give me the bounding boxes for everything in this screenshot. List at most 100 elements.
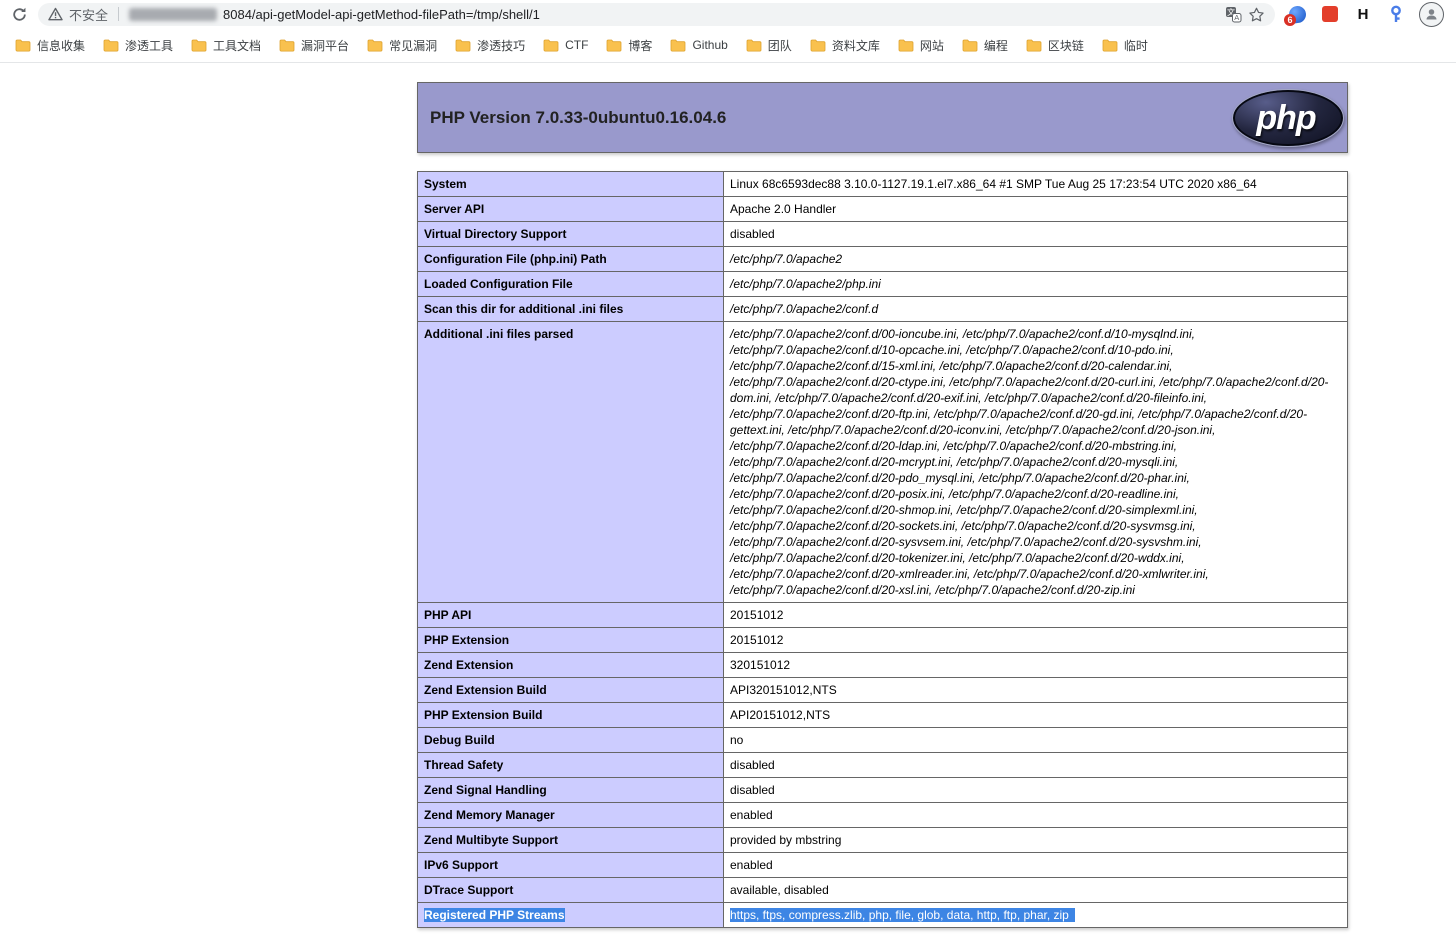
url-text: 8084/api-getModel-api-getMethod-filePath… xyxy=(223,7,540,22)
table-row: Zend Extension BuildAPI320151012,NTS xyxy=(418,678,1348,703)
bookmark-folder-item[interactable]: 资料文库 xyxy=(801,33,889,58)
h-extension-glyph: H xyxy=(1358,7,1369,22)
bookmark-label: 常见漏洞 xyxy=(389,37,437,54)
bookmark-folder-item[interactable]: 临时 xyxy=(1093,33,1157,58)
php-version-title: PHP Version 7.0.33-0ubuntu0.16.04.6 xyxy=(430,108,726,128)
phpinfo-container: PHP Version 7.0.33-0ubuntu0.16.04.6 php … xyxy=(417,82,1348,928)
bookmark-folder-item[interactable]: 信息收集 xyxy=(6,33,94,58)
table-row: Zend Memory Managerenabled xyxy=(418,803,1348,828)
row-value: disabled xyxy=(724,778,1348,803)
folder-icon xyxy=(455,39,471,52)
row-value: enabled xyxy=(724,803,1348,828)
folder-icon xyxy=(670,39,686,52)
chip-divider xyxy=(118,7,119,21)
row-label: Zend Extension xyxy=(418,653,724,678)
row-label: Thread Safety xyxy=(418,753,724,778)
table-row: Thread Safetydisabled xyxy=(418,753,1348,778)
row-label: Server API xyxy=(418,197,724,222)
row-label: Additional .ini files parsed xyxy=(418,322,724,603)
table-row: Zend Signal Handlingdisabled xyxy=(418,778,1348,803)
bookmark-folder-item[interactable]: 编程 xyxy=(953,33,1017,58)
table-row: Configuration File (php.ini) Path/etc/ph… xyxy=(418,247,1348,272)
bookmark-star-icon[interactable] xyxy=(1248,6,1265,23)
table-row: Additional .ini files parsed/etc/php/7.0… xyxy=(418,322,1348,603)
row-value: no xyxy=(724,728,1348,753)
url-bar[interactable]: 不安全 8084/api-getModel-api-getMethod-file… xyxy=(38,3,1275,26)
bookmark-folder-item[interactable]: 工具文档 xyxy=(182,33,270,58)
folder-icon xyxy=(15,39,31,52)
table-row: PHP API20151012 xyxy=(418,603,1348,628)
bookmark-label: 渗透工具 xyxy=(125,37,173,54)
bookmark-folder-item[interactable]: 区块链 xyxy=(1017,33,1093,58)
bookmark-label: Github xyxy=(692,38,727,52)
php-logo-text: php xyxy=(1256,101,1319,135)
bookmark-folder-item[interactable]: 渗透工具 xyxy=(94,33,182,58)
profile-avatar[interactable] xyxy=(1419,2,1444,27)
bookmark-label: 区块链 xyxy=(1048,37,1084,54)
row-label: Virtual Directory Support xyxy=(418,222,724,247)
bookmark-label: CTF xyxy=(565,38,588,52)
bookmark-folder-item[interactable]: 渗透技巧 xyxy=(446,33,534,58)
php-logo: php xyxy=(1232,89,1344,147)
row-value: disabled xyxy=(724,753,1348,778)
person-icon xyxy=(1424,7,1439,22)
bookmark-folder-item[interactable]: Github xyxy=(661,34,736,56)
selected-text: Registered PHP Streams xyxy=(424,908,565,922)
extension-badge: 6 xyxy=(1284,14,1296,26)
table-row: DTrace Supportavailable, disabled xyxy=(418,878,1348,903)
row-label: Zend Signal Handling xyxy=(418,778,724,803)
proxy-extension-icon[interactable]: 6 xyxy=(1287,3,1307,25)
bookmark-folder-item[interactable]: 网站 xyxy=(889,33,953,58)
row-label: PHP Extension Build xyxy=(418,703,724,728)
row-label: Loaded Configuration File xyxy=(418,272,724,297)
red-extension-glyph xyxy=(1322,6,1338,22)
row-value: /etc/php/7.0/apache2/php.ini xyxy=(724,272,1348,297)
table-row: Scan this dir for additional .ini files/… xyxy=(418,297,1348,322)
row-label: Zend Memory Manager xyxy=(418,803,724,828)
hackbar-extension-icon[interactable]: H xyxy=(1353,3,1373,25)
row-value: API20151012,NTS xyxy=(724,703,1348,728)
table-row: Server APIApache 2.0 Handler xyxy=(418,197,1348,222)
bookmark-folder-item[interactable]: 博客 xyxy=(597,33,661,58)
not-secure-warning-icon xyxy=(48,7,63,21)
browser-toolbar: 不安全 8084/api-getModel-api-getMethod-file… xyxy=(0,0,1456,28)
table-row: PHP Extension BuildAPI20151012,NTS xyxy=(418,703,1348,728)
security-chip-label: 不安全 xyxy=(69,5,108,24)
row-label: PHP API xyxy=(418,603,724,628)
row-label: PHP Extension xyxy=(418,628,724,653)
reload-icon xyxy=(11,6,28,23)
row-value: disabled xyxy=(724,222,1348,247)
translate-icon[interactable]: 文 A xyxy=(1225,6,1242,23)
row-value: provided by mbstring xyxy=(724,828,1348,853)
bookmark-folder-item[interactable]: 团队 xyxy=(737,33,801,58)
table-row: SystemLinux 68c6593dec88 3.10.0-1127.19.… xyxy=(418,172,1348,197)
bookmark-folder-item[interactable]: CTF xyxy=(534,34,597,56)
row-value: available, disabled xyxy=(724,878,1348,903)
bookmark-folder-item[interactable]: 常见漏洞 xyxy=(358,33,446,58)
table-row: Debug Buildno xyxy=(418,728,1348,753)
bookmarks-bar: 信息收集 渗透工具工具文档 漏洞平台 常见漏洞渗透技巧 CTF 博客 Github 团队资料文… xyxy=(0,28,1456,63)
bookmark-folder-item[interactable]: 漏洞平台 xyxy=(270,33,358,58)
folder-icon xyxy=(543,39,559,52)
table-row: Virtual Directory Supportdisabled xyxy=(418,222,1348,247)
key-icon xyxy=(1389,5,1403,24)
row-label: Configuration File (php.ini) Path xyxy=(418,247,724,272)
folder-icon xyxy=(103,39,119,52)
folder-icon xyxy=(746,39,762,52)
row-value: 20151012 xyxy=(724,628,1348,653)
row-label: IPv6 Support xyxy=(418,853,724,878)
row-value: 320151012 xyxy=(724,653,1348,678)
extensions-area: 6 H xyxy=(1283,2,1450,27)
reload-button[interactable] xyxy=(8,3,30,25)
row-value: /etc/php/7.0/apache2/conf.d/00-ioncube.i… xyxy=(724,322,1348,603)
red-extension-icon[interactable] xyxy=(1320,3,1340,25)
bookmark-label: 漏洞平台 xyxy=(301,37,349,54)
redacted-url-host xyxy=(129,8,217,21)
row-label: Zend Multibyte Support xyxy=(418,828,724,853)
key-extension-icon[interactable] xyxy=(1386,3,1406,25)
row-value: /etc/php/7.0/apache2/conf.d xyxy=(724,297,1348,322)
svg-text:A: A xyxy=(1234,13,1239,22)
folder-icon xyxy=(191,39,207,52)
row-value: https, ftps, compress.zlib, php, file, g… xyxy=(724,903,1348,928)
table-row: Loaded Configuration File/etc/php/7.0/ap… xyxy=(418,272,1348,297)
